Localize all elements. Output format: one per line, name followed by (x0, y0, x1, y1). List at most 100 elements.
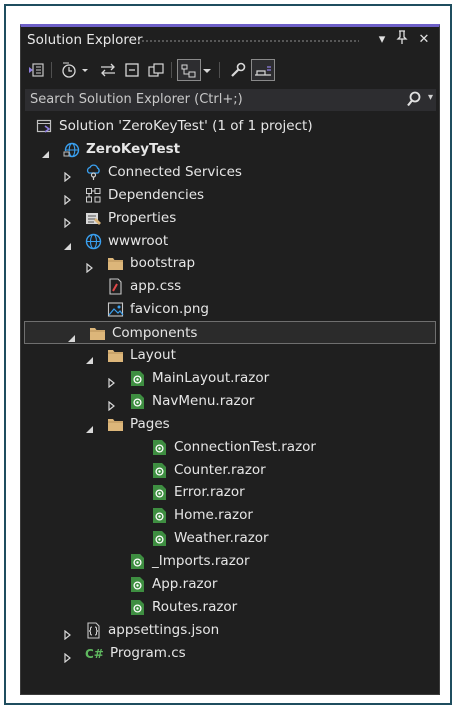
pending-changes-filter-button[interactable] (59, 59, 93, 81)
tree-item-pages[interactable]: Pages (21, 413, 439, 436)
image-file-icon (107, 301, 124, 318)
sync-with-active-document-button[interactable] (97, 59, 119, 81)
tree-item-label: wwwroot (108, 232, 169, 249)
tree-item-label: Connected Services (108, 163, 242, 180)
pin-icon[interactable] (393, 30, 411, 50)
tree-item-label: Pages (130, 415, 170, 432)
tree-item-label: NavMenu.razor (152, 392, 255, 409)
folder-icon (89, 325, 106, 342)
window-position-dropdown-icon[interactable]: ▾ (373, 30, 391, 50)
collapsed-arrow-icon[interactable] (85, 258, 95, 274)
toolbar (21, 53, 439, 87)
search-options-dropdown-icon[interactable]: ▾ (428, 92, 433, 103)
razor-file-icon (151, 439, 168, 456)
collapse-all-button[interactable] (121, 59, 143, 81)
tree-item-label: _Imports.razor (152, 553, 250, 570)
tree-item-app-css[interactable]: app.css (21, 275, 439, 298)
panel-title-bar[interactable]: Solution Explorer ▾ ✕ (21, 27, 439, 53)
css-file-icon (107, 278, 124, 295)
tree-item-mainlayout-razor[interactable]: MainLayout.razor (21, 367, 439, 390)
dependencies-icon (85, 187, 102, 204)
tree-item-label: Weather.razor (174, 530, 269, 547)
folder-icon (107, 347, 124, 364)
tree-item-connectiontest-razor[interactable]: ConnectionTest.razor (21, 436, 439, 459)
folder-icon (107, 255, 124, 272)
tree-item-label: Layout (130, 347, 176, 363)
tree-item-zerokeytest[interactable]: ZeroKeyTest (21, 138, 439, 161)
razor-file-icon (151, 462, 168, 479)
tree-item-layout[interactable]: Layout (21, 344, 439, 367)
tree-item-home-razor[interactable]: Home.razor (21, 504, 439, 527)
search-icon[interactable] (406, 90, 422, 108)
close-icon[interactable]: ✕ (415, 30, 433, 50)
show-all-files-button[interactable] (145, 59, 167, 81)
collapsed-arrow-icon[interactable] (63, 167, 73, 183)
tree-item-dependencies[interactable]: Dependencies (21, 184, 439, 207)
collapsed-arrow-icon[interactable] (63, 648, 73, 663)
tree-item-properties[interactable]: Properties (21, 207, 439, 230)
tree-item-label: favicon.png (130, 301, 209, 318)
web-project-icon (63, 141, 80, 158)
preview-selected-items-button[interactable] (177, 59, 201, 81)
razor-file-icon (129, 599, 146, 616)
expanded-arrow-icon[interactable] (85, 419, 95, 433)
razor-file-icon (129, 370, 146, 387)
properties-wrench-button[interactable] (227, 59, 249, 81)
tree-item-routes-razor[interactable]: Routes.razor (21, 596, 439, 619)
tree-item-label: Properties (108, 209, 177, 226)
solution-explorer-panel: Solution Explorer ▾ ✕ Search Solution Ex… (20, 24, 440, 695)
razor-file-icon (151, 530, 168, 547)
razor-file-icon (129, 393, 146, 410)
tree-item-navmenu-razor[interactable]: NavMenu.razor (21, 390, 439, 413)
tree-item-label: Components (112, 325, 198, 342)
expanded-arrow-icon[interactable] (63, 236, 73, 250)
preview-pane-button[interactable] (251, 59, 275, 81)
tree-item-label: ConnectionTest.razor (174, 438, 316, 455)
collapsed-arrow-icon[interactable] (107, 373, 117, 389)
tree-item-imports-razor[interactable]: _Imports.razor (21, 550, 439, 573)
screenshot-frame: Solution Explorer ▾ ✕ Search Solution Ex… (4, 4, 452, 705)
panel-title: Solution Explorer (27, 32, 143, 48)
expanded-arrow-icon[interactable] (67, 328, 77, 343)
globe-icon (85, 233, 102, 250)
tree-item-label: MainLayout.razor (152, 369, 270, 386)
drag-grip[interactable] (137, 39, 359, 43)
preview-dropdown-icon[interactable] (201, 59, 213, 81)
collapsed-arrow-icon[interactable] (63, 213, 73, 228)
tree-item-label: app.css (130, 278, 182, 295)
tree-item-appsettings-json[interactable]: appsettings.json (21, 619, 439, 642)
tree-item-wwwroot[interactable]: wwwroot (21, 230, 439, 253)
tree-item-label: Routes.razor (152, 598, 238, 615)
tree-item-app-razor[interactable]: App.razor (21, 573, 439, 596)
expanded-arrow-icon[interactable] (85, 350, 95, 364)
tree-item-label: appsettings.json (108, 621, 220, 638)
tree-item-error-razor[interactable]: Error.razor (21, 481, 439, 504)
tree-item-solution-zerokeytest-1-of-1-project[interactable]: Solution 'ZeroKeyTest' (1 of 1 project) (21, 115, 439, 138)
expanded-arrow-icon[interactable] (41, 144, 51, 158)
tree-item-weather-razor[interactable]: Weather.razor (21, 527, 439, 550)
tree-item-connected-services[interactable]: Connected Services (21, 161, 439, 184)
json-file-icon (85, 622, 102, 639)
tree-item-label: App.razor (152, 576, 218, 592)
razor-file-icon (129, 576, 146, 593)
tree-item-components[interactable]: Components (24, 321, 436, 345)
razor-file-icon (129, 553, 146, 570)
tree-item-counter-razor[interactable]: Counter.razor (21, 459, 439, 482)
search-box[interactable]: Search Solution Explorer (Ctrl+;) ▾ (25, 89, 436, 111)
switch-views-button[interactable] (25, 59, 47, 81)
collapsed-arrow-icon[interactable] (63, 625, 73, 641)
tree-item-favicon-png[interactable]: favicon.png (21, 298, 439, 321)
connected-services-icon (85, 164, 102, 181)
tree-item-bootstrap[interactable]: bootstrap (21, 252, 439, 275)
tree-item-label: Error.razor (174, 484, 245, 501)
collapsed-arrow-icon[interactable] (107, 396, 117, 412)
tree-item-label: Dependencies (108, 186, 205, 203)
tree-item-program-cs[interactable]: C# Program.cs (21, 642, 439, 665)
svg-text:C#: C# (85, 647, 104, 661)
tree-item-label: ZeroKeyTest (86, 140, 181, 157)
tree-item-label: Home.razor (174, 507, 253, 524)
tree-item-label: Counter.razor (174, 461, 266, 478)
search-input[interactable]: Search Solution Explorer (Ctrl+;) (30, 92, 243, 107)
collapsed-arrow-icon[interactable] (63, 190, 73, 205)
properties-icon (85, 210, 102, 227)
